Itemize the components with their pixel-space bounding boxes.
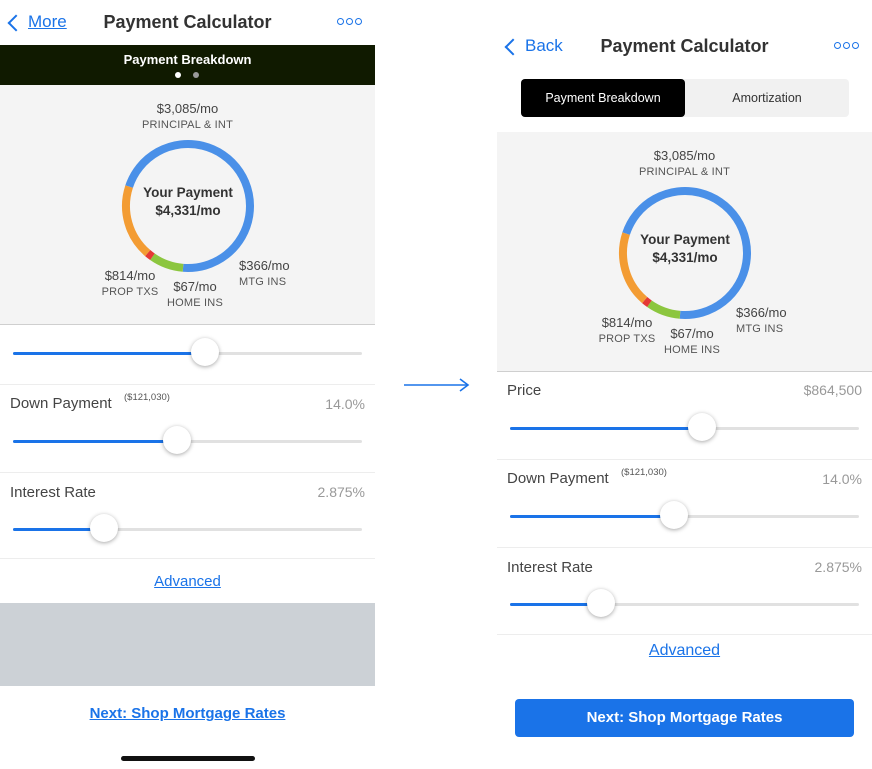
down-payment-slider-thumb[interactable] [660,501,689,529]
home-ins-caption: HOME INS [664,344,720,356]
donut-center-value: $4,331/mo [652,250,718,265]
more-dots-icon[interactable] [834,42,859,49]
tab-amortization[interactable]: Amortization [685,79,849,117]
home-ins-arc [145,250,155,261]
banner-title: Payment Breakdown [123,52,252,67]
price-slider-thumb[interactable] [190,338,219,366]
back-label: More [28,12,67,31]
page-title: Payment Calculator [600,36,769,56]
gray-spacer [0,603,375,686]
interest-rate-label: Interest Rate [507,559,593,576]
mtg-ins-value: $366/mo [239,258,290,273]
mtg-ins-value: $366/mo [736,305,787,320]
back-label: Back [525,36,563,55]
chevron-left-icon [504,38,522,55]
page-title: Payment Calculator [103,12,272,32]
advanced-link[interactable]: Advanced [0,573,375,590]
donut-center-value: $4,331/mo [155,203,221,218]
interest-rate-value: 2.875% [814,559,862,575]
breakdown-banner: Payment Breakdown [0,45,375,85]
next-shop-mortgage-rates-button[interactable]: Next: Shop Mortgage Rates [515,699,854,737]
mtg-ins-caption: MTG INS [239,276,287,288]
donut-center-title: Your Payment [143,185,233,200]
chevron-left-icon [7,14,25,31]
next-shop-mortgage-rates-link[interactable]: Next: Shop Mortgage Rates [0,705,375,722]
down-payment-percent: 14.0% [325,396,365,412]
down-payment-label: Down Payment [10,395,112,412]
interest-rate-label: Interest Rate [10,484,96,501]
back-button[interactable]: Back [504,36,563,56]
price-slider-thumb[interactable] [687,413,716,441]
principal-value: $3,085/mo [156,101,219,116]
more-dots-icon[interactable] [337,18,362,25]
page-dot[interactable] [193,72,199,78]
mtg-ins-arc [647,300,681,319]
price-label: Price [507,382,542,399]
home-ins-value: $67/mo [173,279,217,294]
donut-center: Your Payment $4,331/mo [616,231,754,267]
home-ins-caption: HOME INS [167,297,223,309]
chart-panel: $3,085/mo PRINCIPAL & INT Your Payment $… [497,132,872,371]
right-screen: Back Payment Calculator Payment Breakdow… [497,0,872,769]
interest-rate-slider-thumb[interactable] [89,514,118,542]
home-ins-value: $67/mo [670,326,714,341]
chart-panel: $3,085/mo PRINCIPAL & INT Your Payment $… [0,85,375,324]
back-button[interactable]: More [7,12,67,32]
left-screen: More Payment Calculator Payment Breakdow… [0,0,375,769]
page-dot-active[interactable] [175,72,181,78]
donut-center-title: Your Payment [640,232,730,247]
mtg-ins-arc [150,253,184,272]
home-indicator[interactable] [121,756,255,761]
mtg-ins-caption: MTG INS [736,323,784,335]
principal-caption: PRINCIPAL & INT [141,119,234,131]
price-value: $864,500 [803,382,862,398]
home-ins-arc [642,297,652,308]
down-payment-slider-thumb[interactable] [163,426,192,454]
advanced-link[interactable]: Advanced [497,642,872,660]
down-payment-amount: ($121,030) [621,467,667,478]
segmented-tabs: Payment Breakdown Amortization [521,79,849,117]
principal-value: $3,085/mo [653,148,716,163]
donut-center: Your Payment $4,331/mo [119,184,257,220]
right-arrow-icon [404,378,470,392]
down-payment-label: Down Payment [507,470,609,487]
tab-payment-breakdown[interactable]: Payment Breakdown [521,79,685,117]
principal-caption: PRINCIPAL & INT [638,166,731,178]
down-payment-amount: ($121,030) [124,392,170,403]
interest-rate-value: 2.875% [317,484,365,500]
down-payment-percent: 14.0% [822,471,862,487]
interest-rate-slider-thumb[interactable] [586,589,615,617]
